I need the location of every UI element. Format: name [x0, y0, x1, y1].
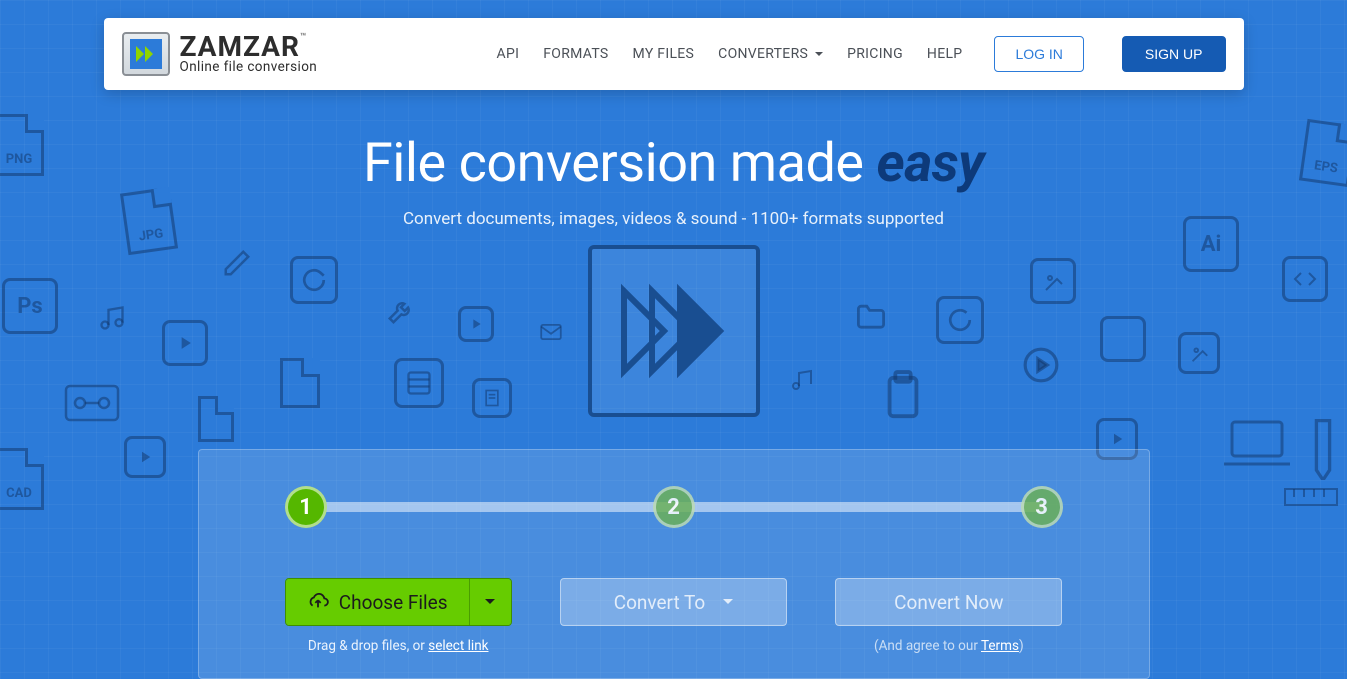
terms-link[interactable]: Terms	[981, 638, 1019, 654]
nav-pricing[interactable]: PRICING	[847, 46, 903, 62]
convert-now-button[interactable]: Convert Now	[835, 578, 1062, 626]
nav-myfiles[interactable]: MY FILES	[633, 46, 695, 62]
choose-files-caret[interactable]	[469, 579, 511, 625]
hero-logo-icon	[588, 245, 760, 417]
login-button[interactable]: LOG IN	[994, 36, 1083, 72]
play-icon	[124, 436, 166, 478]
convert-to-select[interactable]: Convert To	[560, 578, 787, 626]
nav-api[interactable]: API	[497, 46, 520, 62]
select-link[interactable]: select link	[428, 638, 488, 654]
brand-logo[interactable]: ZAMZAR™ Online file conversion	[122, 32, 318, 76]
converter-panel: 1 2 3 Choose Files Drag & drop files, or…	[198, 449, 1150, 679]
choose-files-button[interactable]: Choose Files	[286, 579, 469, 625]
brand-tagline: Online file conversion	[180, 61, 318, 75]
upload-cloud-icon	[307, 593, 329, 611]
terms-hint: (And agree to our Terms)	[835, 638, 1062, 654]
laptop-icon	[1222, 418, 1292, 468]
step-indicator: 1 2 3	[285, 486, 1063, 528]
choose-files-group: Choose Files	[285, 578, 512, 626]
hero: File conversion made easy Convert docume…	[0, 132, 1347, 417]
logo-mark-icon	[122, 32, 170, 76]
nav-formats[interactable]: FORMATS	[543, 46, 608, 62]
nav-help[interactable]: HELP	[927, 46, 963, 62]
nav-links: API FORMATS MY FILES CONVERTERS PRICING …	[497, 36, 1226, 72]
hero-title: File conversion made easy	[0, 132, 1347, 195]
step-3: 3	[1021, 486, 1063, 528]
hero-subtitle: Convert documents, images, videos & soun…	[0, 209, 1347, 229]
drag-drop-hint: Drag & drop files, or select link	[285, 638, 512, 654]
step-2: 2	[653, 486, 695, 528]
nav-converters[interactable]: CONVERTERS	[718, 46, 823, 62]
signup-button[interactable]: SIGN UP	[1122, 36, 1226, 72]
ruler-icon	[1284, 488, 1338, 506]
step-1: 1	[285, 486, 327, 528]
pencil-icon	[1310, 414, 1336, 480]
navbar: ZAMZAR™ Online file conversion API FORMA…	[104, 18, 1244, 90]
brand-name: ZAMZAR™	[180, 33, 318, 61]
deco-icon: CAD	[0, 448, 44, 510]
